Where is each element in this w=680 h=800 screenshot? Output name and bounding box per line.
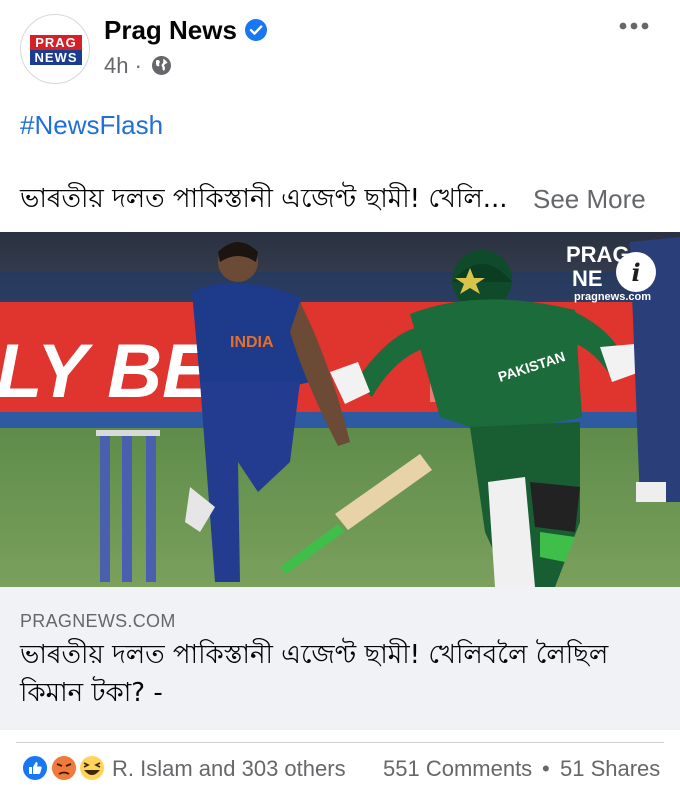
watermark-line-2: NE — [572, 266, 603, 291]
ad-info-icon[interactable]: i — [616, 252, 656, 292]
verified-badge-icon — [245, 19, 267, 41]
reaction-icons[interactable] — [20, 754, 110, 782]
shares-count[interactable]: 51 Shares — [560, 755, 660, 783]
footer-divider — [16, 742, 664, 743]
link-title[interactable]: ভাৰতীয় দলত পাকিস্তানী এজেণ্ট ছামী! খেলি… — [20, 636, 660, 712]
stump-left — [100, 432, 110, 582]
stump-right — [146, 432, 156, 582]
watermark-site: pragnews.com — [574, 291, 651, 303]
page-avatar[interactable]: PRAG NEWS — [20, 14, 90, 84]
prag-news-logo: PRAG NEWS — [30, 35, 82, 65]
reactions-summary[interactable]: R. Islam and 303 others — [112, 755, 346, 783]
cricket-photo: LY BET INDIA PAKISTAN PRAG NE pragnews.c… — [0, 232, 680, 587]
globe-icon[interactable] — [151, 55, 172, 76]
post-timestamp[interactable]: 4h · — [104, 52, 142, 80]
stump-middle — [122, 432, 132, 582]
like-reaction-icon — [21, 754, 49, 782]
haha-reaction-icon — [78, 754, 106, 782]
hashtag-link[interactable]: #NewsFlash — [20, 110, 163, 140]
comments-count[interactable]: 551 Comments — [383, 755, 532, 783]
logo-top-text: PRAG — [30, 35, 82, 50]
post-caption: ভাৰতীয় দলত পাকিস্তানী এজেণ্ট ছামী! খেলি… — [20, 184, 508, 214]
india-shirt-text: INDIA — [230, 334, 274, 351]
angry-reaction-icon — [50, 754, 78, 782]
footer-separator: • — [542, 756, 550, 781]
post-header: PRAG NEWS Prag News 4h · — [0, 0, 680, 100]
more-options-icon[interactable] — [617, 14, 651, 38]
see-more-link[interactable]: See More — [533, 183, 646, 215]
page-name-link[interactable]: Prag News — [104, 14, 237, 46]
logo-bottom-text: NEWS — [30, 50, 82, 65]
link-domain: PRAGNEWS.COM — [20, 611, 176, 631]
info-glyph: i — [631, 258, 640, 287]
post-photo[interactable]: LY BET INDIA PAKISTAN PRAG NE pragnews.c… — [0, 232, 680, 587]
